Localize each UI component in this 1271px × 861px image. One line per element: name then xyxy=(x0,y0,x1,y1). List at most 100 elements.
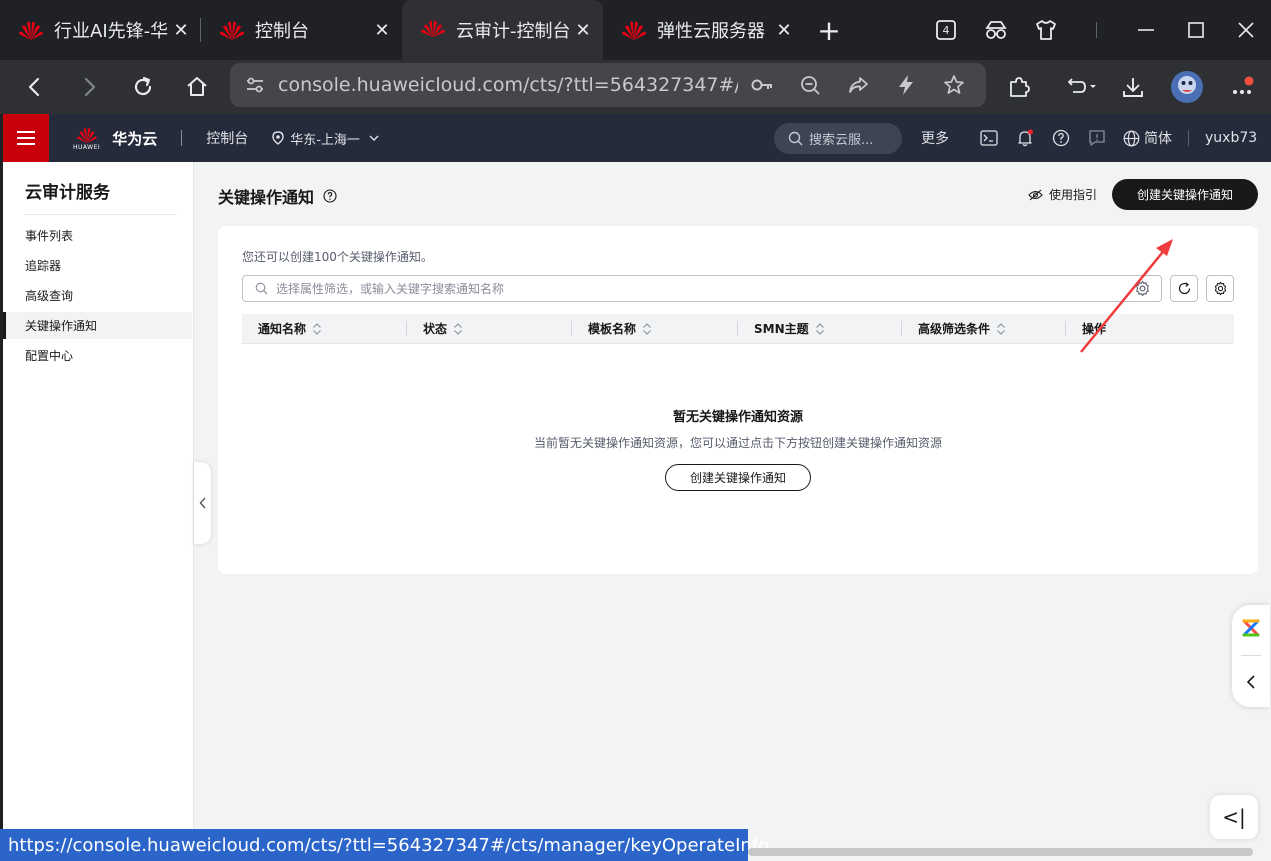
tab-count: 4 xyxy=(942,23,950,37)
url-text[interactable]: console.huaweicloud.com/cts/?ttl=5643273… xyxy=(278,74,738,96)
close-icon[interactable]: ✕ xyxy=(171,20,191,41)
star-icon xyxy=(944,75,964,94)
help-button[interactable] xyxy=(1043,114,1079,162)
reload-button[interactable] xyxy=(116,60,170,114)
column-header-name[interactable]: 通知名称 xyxy=(242,314,407,343)
sort-icon[interactable] xyxy=(642,322,652,336)
console-link[interactable]: 控制台 xyxy=(206,128,248,148)
table-settings-button[interactable] xyxy=(1206,275,1234,302)
divider xyxy=(1241,655,1261,656)
menu-button[interactable] xyxy=(1214,60,1268,114)
tab-count-button[interactable]: 4 xyxy=(921,0,971,60)
empty-create-notification-button[interactable]: 创建关键操作通知 xyxy=(665,464,811,491)
tab-industry-ai[interactable]: 行业AI先锋-华 ✕ xyxy=(0,0,201,60)
cloud-shell-button[interactable] xyxy=(971,114,1007,162)
maximize-button[interactable] xyxy=(1171,0,1221,60)
close-window-button[interactable] xyxy=(1221,0,1271,60)
header-search-placeholder: 搜索云服... xyxy=(809,133,874,148)
tab-ecs[interactable]: 弹性云服务器 ✕ xyxy=(603,0,804,60)
back-button[interactable] xyxy=(8,60,62,114)
zoom-button[interactable] xyxy=(786,63,834,107)
feedback-button[interactable] xyxy=(1079,114,1115,162)
site-settings-icon[interactable] xyxy=(244,74,266,96)
close-icon xyxy=(1238,22,1254,38)
address-bar[interactable]: console.huaweicloud.com/cts/?ttl=5643273… xyxy=(230,63,986,107)
undo-menu-button[interactable] xyxy=(1050,60,1110,114)
create-notification-button[interactable]: 创建关键操作通知 xyxy=(1112,179,1258,210)
region-selector[interactable]: 华东-上海一 xyxy=(272,129,380,148)
sidebar-item-key-operation-notification[interactable]: 关键操作通知 xyxy=(3,312,192,339)
header-actions: 更多 简体 yuxb73 xyxy=(921,114,1257,162)
sort-icon[interactable] xyxy=(815,322,825,336)
download-button[interactable] xyxy=(1106,60,1160,114)
close-icon[interactable]: ✕ xyxy=(372,20,392,41)
chevron-left-icon[interactable] xyxy=(1245,674,1257,690)
sidebar-item-label: 事件列表 xyxy=(25,229,74,243)
notification-button[interactable] xyxy=(1007,114,1043,162)
column-header-smn-topic[interactable]: SMN主题 xyxy=(738,314,902,343)
tab-cloud-audit[interactable]: 云审计-控制台 ✕ xyxy=(402,0,603,60)
tab-title: 控制台 xyxy=(255,21,309,42)
profile-avatar[interactable] xyxy=(1160,60,1214,114)
sidebar-item-tracker[interactable]: 追踪器 xyxy=(3,252,192,279)
page-title: 关键操作通知 xyxy=(218,188,315,207)
close-icon[interactable]: ✕ xyxy=(573,20,593,41)
sort-icon[interactable] xyxy=(996,322,1006,336)
column-header-template[interactable]: 模板名称 xyxy=(572,314,738,343)
terminal-icon xyxy=(980,130,998,146)
divider xyxy=(181,130,183,146)
column-label: 状态 xyxy=(423,322,448,336)
sort-icon[interactable] xyxy=(453,322,463,336)
sidebar-expand-button[interactable]: <| xyxy=(1210,795,1258,839)
language-selector[interactable]: 简体 xyxy=(1123,128,1172,148)
close-icon[interactable]: ✕ xyxy=(774,20,794,41)
horizontal-scrollbar[interactable] xyxy=(748,848,1253,856)
more-menu[interactable]: 更多 xyxy=(921,128,949,148)
service-list-button[interactable] xyxy=(3,114,49,162)
sidebar-item-label: 配置中心 xyxy=(25,349,74,363)
speed-button[interactable] xyxy=(882,63,930,107)
usage-guide-label: 使用指引 xyxy=(1049,188,1098,202)
assistant-logo-icon[interactable] xyxy=(1241,618,1261,638)
new-tab-button[interactable]: + xyxy=(804,0,854,60)
incognito-button[interactable] xyxy=(971,0,1021,60)
sidebar: 云审计服务 事件列表 追踪器 高级查询 关键操作通知 配置中心 xyxy=(3,162,194,861)
minimize-button[interactable] xyxy=(1121,0,1171,60)
column-header-advanced-filter[interactable]: 高级筛选条件 xyxy=(902,314,1066,343)
header-search[interactable]: 搜索云服... xyxy=(774,123,902,154)
share-button[interactable] xyxy=(834,63,882,107)
skin-button[interactable] xyxy=(1021,0,1071,60)
huawei-cloud-logo[interactable]: HUAWEI 华为云 xyxy=(73,126,157,151)
sidebar-collapse-toggle[interactable] xyxy=(194,462,211,544)
user-account[interactable]: yuxb73 xyxy=(1205,130,1257,146)
forward-button[interactable] xyxy=(62,60,116,114)
usage-guide-link[interactable]: 使用指引 xyxy=(1028,186,1097,203)
bookmark-button[interactable] xyxy=(930,63,978,107)
chevron-left-icon xyxy=(199,497,206,509)
question-circle-icon[interactable] xyxy=(323,189,337,203)
extensions-button[interactable] xyxy=(992,60,1046,114)
divider xyxy=(1188,130,1189,146)
password-button[interactable] xyxy=(738,63,786,107)
huawei-logo-icon xyxy=(421,20,445,37)
column-label: 高级筛选条件 xyxy=(918,322,991,336)
sidebar-item-event-list[interactable]: 事件列表 xyxy=(3,222,192,249)
arrow-right-icon xyxy=(84,77,96,97)
sort-icon[interactable] xyxy=(312,322,322,336)
home-button[interactable] xyxy=(170,60,224,114)
column-label: 通知名称 xyxy=(258,322,307,336)
eye-off-icon xyxy=(1028,189,1043,200)
puzzle-icon xyxy=(1010,77,1030,97)
column-label: 模板名称 xyxy=(588,322,637,336)
sidebar-item-label: 关键操作通知 xyxy=(25,319,98,333)
brand-name: 华为云 xyxy=(112,129,158,148)
sidebar-item-advanced-query[interactable]: 高级查询 xyxy=(3,282,192,309)
gear-icon xyxy=(1214,281,1226,296)
filter-search-input[interactable]: 选择属性筛选，或输入关键字搜索通知名称 xyxy=(242,275,1162,302)
huawei-logo-icon xyxy=(76,127,97,143)
sidebar-item-config-center[interactable]: 配置中心 xyxy=(3,342,192,369)
column-header-status[interactable]: 状态 xyxy=(407,314,572,343)
lightning-icon xyxy=(899,75,913,95)
arrow-left-icon xyxy=(28,77,40,97)
tab-console[interactable]: 控制台 ✕ xyxy=(201,0,402,60)
